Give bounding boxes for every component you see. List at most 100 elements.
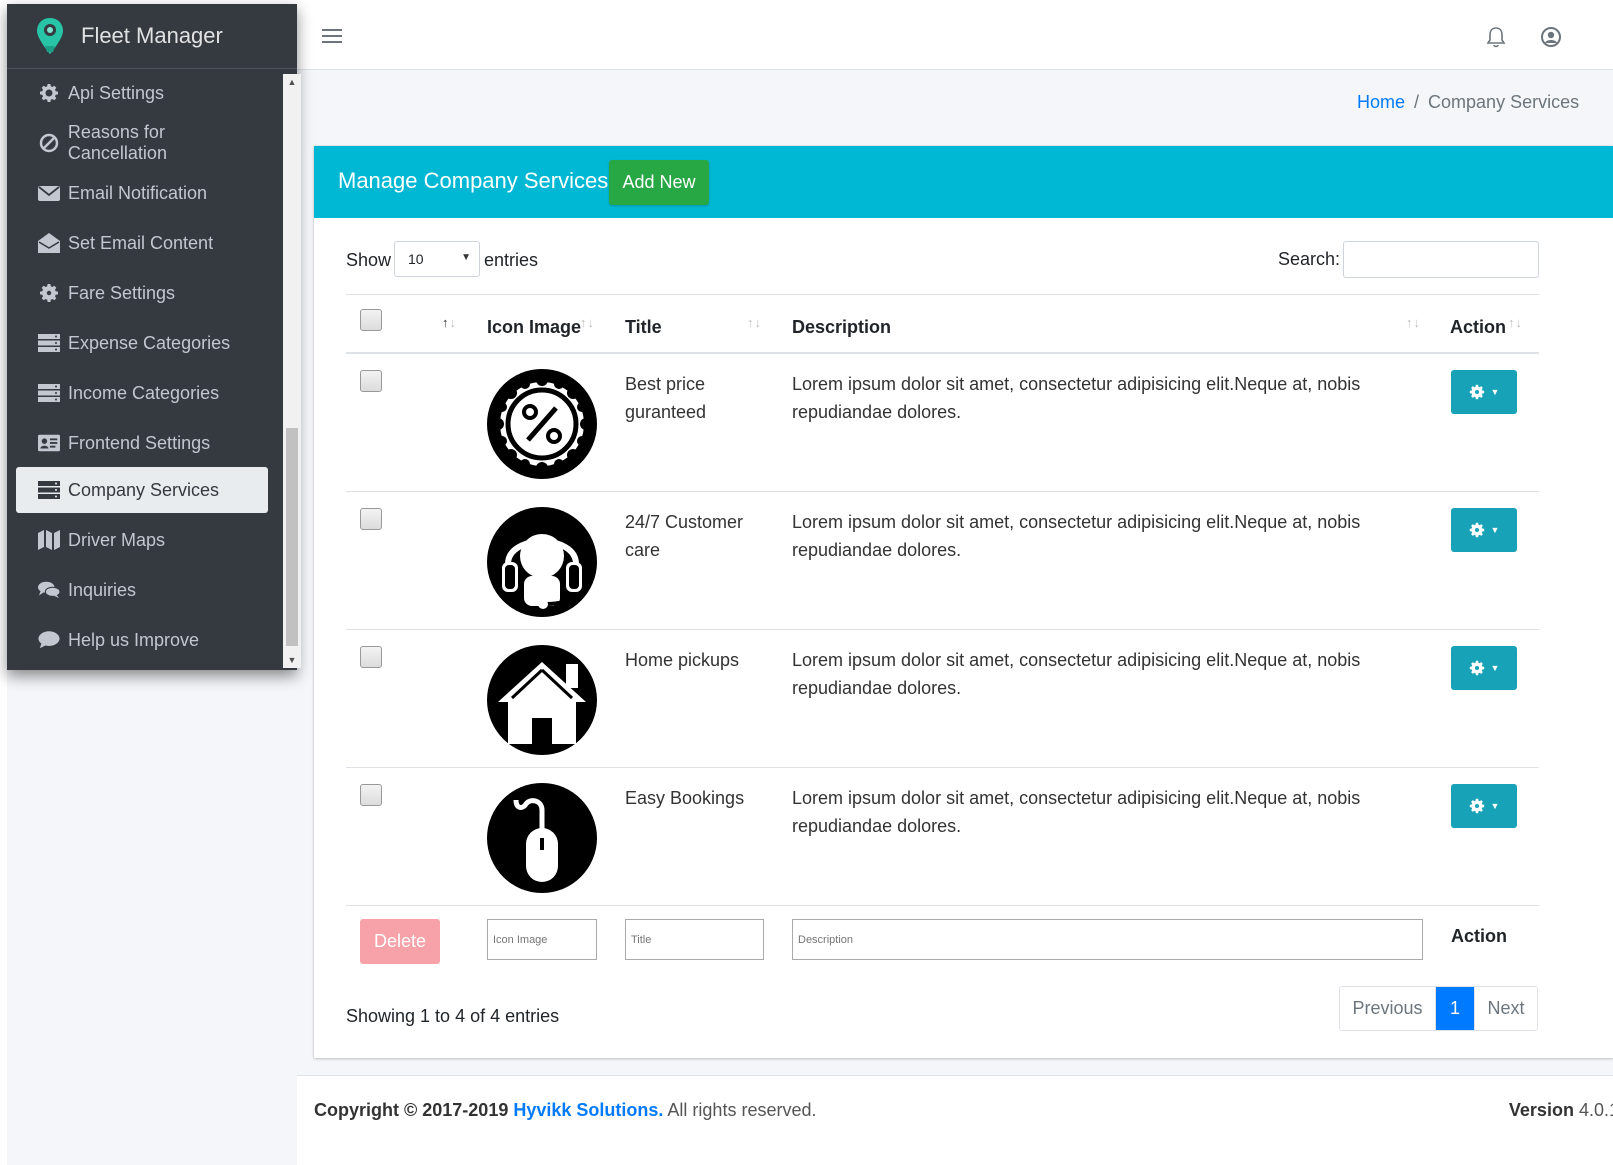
row-title: Home pickups xyxy=(625,650,740,670)
caret-down-icon: ▼ xyxy=(1490,801,1500,811)
row-action-button[interactable]: ▼ xyxy=(1451,646,1517,690)
sidebar-item-fare-settings[interactable]: Fare Settings xyxy=(16,270,268,316)
row-action-button[interactable]: ▼ xyxy=(1451,370,1517,414)
sidebar-item-email-notification[interactable]: Email Notification xyxy=(16,170,268,216)
entries-length-select[interactable]: 10 ▼ xyxy=(394,241,480,277)
sidebar-item-label: Driver Maps xyxy=(68,529,166,550)
sidebar-item-reasons-for-cancellation[interactable]: Reasons for Cancellation xyxy=(16,120,268,166)
row-title: Best price guranteed xyxy=(625,374,707,422)
row-title: Easy Bookings xyxy=(625,788,745,808)
row-checkbox[interactable] xyxy=(360,784,382,806)
icon-image-filter-input[interactable] xyxy=(487,919,597,960)
table-footer-row: Delete Action xyxy=(346,906,1539,972)
version-value: 4.0.1 xyxy=(1578,1100,1613,1120)
sort-arrows-icon[interactable]: ↑↓ xyxy=(580,315,595,330)
sidebar-item-company-services[interactable]: Company Services xyxy=(16,467,268,513)
sidebar-scrollbar[interactable]: ▲ ▼ xyxy=(283,74,301,668)
address-card-icon xyxy=(38,432,60,454)
caret-down-icon: ▼ xyxy=(461,252,471,263)
gear-icon xyxy=(38,282,60,304)
user-circle-icon[interactable] xyxy=(1540,26,1562,48)
page-1-button[interactable]: 1 xyxy=(1436,987,1474,1030)
previous-page-button[interactable]: Previous xyxy=(1340,987,1436,1030)
caret-down-icon: ▼ xyxy=(1490,525,1500,535)
bell-icon[interactable] xyxy=(1485,26,1507,48)
services-card: Manage Company Services Add New Show 10 … xyxy=(314,146,1613,1058)
sidebar-item-label: Fare Settings xyxy=(68,282,176,303)
server-icon xyxy=(38,479,60,501)
server-icon xyxy=(38,382,60,404)
sidebar-item-label: Company Services xyxy=(68,479,220,500)
column-header-icon-image[interactable]: Icon Image xyxy=(487,317,581,338)
sidebar-item-label: Reasons for Cancellation xyxy=(67,122,167,163)
gear-icon xyxy=(1469,798,1484,814)
ban-icon xyxy=(38,132,60,154)
row-action-button[interactable]: ▼ xyxy=(1451,784,1517,828)
sidebar-item-income-categories[interactable]: Income Categories xyxy=(16,370,268,416)
card-header: Manage Company Services Add New xyxy=(314,146,1613,218)
company-link[interactable]: Hyvikk Solutions. xyxy=(513,1100,663,1120)
version-label: Version xyxy=(1508,1100,1574,1120)
top-navbar xyxy=(297,4,1613,70)
sort-arrows-icon[interactable]: ↑↓ xyxy=(747,315,762,330)
sidebar-item-set-email-content[interactable]: Set Email Content xyxy=(16,220,268,266)
brand-title: Fleet Manager xyxy=(81,23,223,48)
headset-icon xyxy=(487,507,597,617)
sidebar-item-expense-categories[interactable]: Expense Categories xyxy=(16,320,268,366)
column-header-action[interactable]: Action xyxy=(1450,317,1506,338)
next-page-button[interactable]: Next xyxy=(1474,987,1537,1030)
sidebar-item-help-us-improve[interactable]: Help us Improve xyxy=(16,617,268,663)
sidebar-item-frontend-settings[interactable]: Frontend Settings xyxy=(16,420,268,466)
sidebar-item-inquiries[interactable]: Inquiries xyxy=(16,567,268,613)
comments-icon xyxy=(38,579,60,601)
rights-text: All rights reserved. xyxy=(667,1100,817,1120)
title-filter-input[interactable] xyxy=(625,919,764,960)
search-input[interactable] xyxy=(1343,241,1539,278)
sidebar-item-driver-maps[interactable]: Driver Maps xyxy=(16,517,268,563)
sidebar-item-api-settings[interactable]: Api Settings xyxy=(16,70,268,116)
breadcrumb-separator: / xyxy=(1414,92,1420,112)
page-footer: Copyright © 2017-2019 Hyvikk Solutions. … xyxy=(297,1075,1613,1165)
row-action-button[interactable]: ▼ xyxy=(1451,508,1517,552)
row-checkbox[interactable] xyxy=(360,508,382,530)
scrollbar-thumb[interactable] xyxy=(286,428,298,646)
entries-length-value: 10 xyxy=(408,251,424,267)
column-header-title[interactable]: Title xyxy=(625,317,662,338)
pagination: Previous 1 Next xyxy=(1339,986,1538,1031)
card-title: Manage Company Services xyxy=(338,168,609,193)
home-icon xyxy=(487,645,597,755)
sort-arrows-icon[interactable]: ↑↓ xyxy=(442,315,457,330)
server-icon xyxy=(38,332,60,354)
table-row: Home pickups Lorem ipsum dolor sit amet,… xyxy=(346,630,1539,768)
description-filter-input[interactable] xyxy=(792,919,1423,960)
column-header-description[interactable]: Description xyxy=(792,317,891,338)
select-all-checkbox[interactable] xyxy=(360,309,382,331)
entries-label: entries xyxy=(484,250,539,270)
copyright-prefix: Copyright © 2017-2019 xyxy=(314,1100,509,1120)
scroll-down-arrow-icon[interactable]: ▼ xyxy=(283,652,301,668)
table-row: Best price guranteed Lorem ipsum dolor s… xyxy=(346,354,1539,492)
mouse-icon xyxy=(487,783,597,893)
sidebar-item-label: Expense Categories xyxy=(68,332,231,353)
hamburger-menu-icon[interactable] xyxy=(322,26,342,46)
brand[interactable]: Fleet Manager xyxy=(7,4,297,69)
sort-arrows-icon[interactable]: ↑↓ xyxy=(1508,315,1523,330)
sidebar-item-label: Frontend Settings xyxy=(68,432,211,453)
table-header-row: ↑↓ Icon Image ↑↓ Title ↑↓ Description ↑↓… xyxy=(346,294,1539,354)
sort-arrows-icon[interactable]: ↑↓ xyxy=(1406,315,1421,330)
caret-down-icon: ▼ xyxy=(1490,387,1500,397)
scroll-up-arrow-icon[interactable]: ▲ xyxy=(283,74,301,90)
breadcrumb-home-link[interactable]: Home xyxy=(1357,92,1405,112)
delete-button[interactable]: Delete xyxy=(360,919,440,964)
show-label: Show xyxy=(346,250,392,270)
map-icon xyxy=(38,529,60,551)
row-checkbox[interactable] xyxy=(360,370,382,392)
caret-down-icon: ▼ xyxy=(1490,663,1500,673)
add-new-button[interactable]: Add New xyxy=(609,160,709,205)
gear-icon xyxy=(1469,522,1484,538)
row-checkbox[interactable] xyxy=(360,646,382,668)
brand-logo-icon xyxy=(37,18,63,54)
comment-icon xyxy=(38,629,60,651)
row-description: Lorem ipsum dolor sit amet, consectetur … xyxy=(792,374,1361,422)
row-description: Lorem ipsum dolor sit amet, consectetur … xyxy=(792,512,1361,560)
